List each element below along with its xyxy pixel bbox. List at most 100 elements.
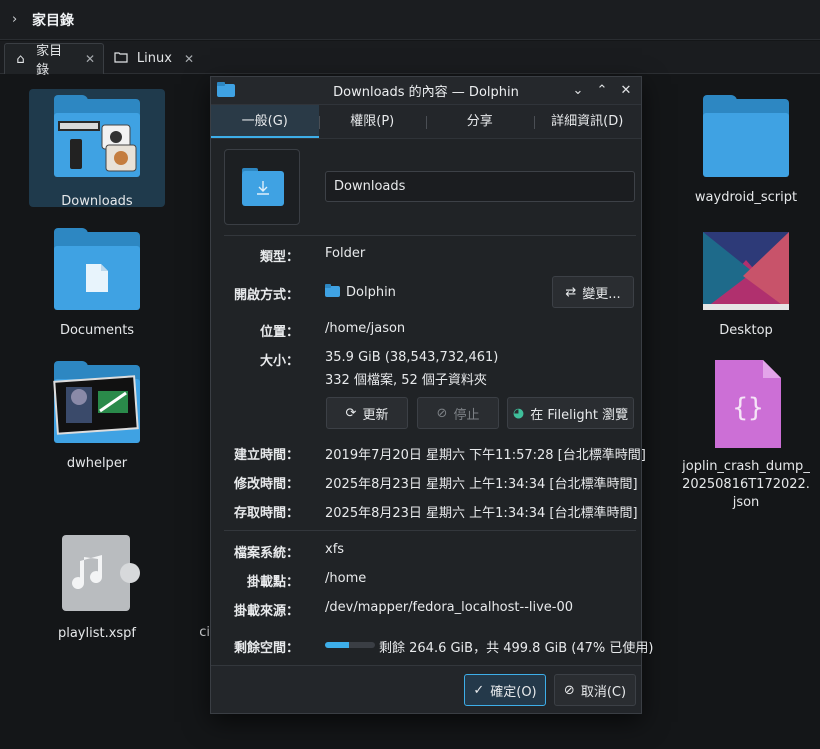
open-with-app: Dolphin	[346, 285, 396, 300]
location-label: 位置：	[259, 325, 299, 340]
created-row: 建立時間： 2019年7月20日 星期六 下午11:57:28 [台北標準時間]	[211, 444, 646, 464]
change-button-label: 變更...	[582, 286, 621, 302]
dolphin-icon	[325, 284, 340, 301]
location-row: 位置： /home/jason	[211, 321, 641, 341]
size-value: 35.9 GiB (38,543,732,461)	[325, 350, 499, 365]
filelight-button[interactable]: ◕ 在 Filelight 瀏覽	[507, 397, 634, 429]
file-item-dwhelper[interactable]: dwhelper	[29, 361, 165, 473]
tab-bar: ⌂ 家目錄 ✕ Linux ✕	[0, 41, 820, 78]
check-icon: ✓	[473, 682, 485, 698]
tab-home[interactable]: ⌂ 家目錄 ✕	[4, 43, 104, 78]
file-name: playlist.xspf	[57, 626, 137, 641]
accessed-row: 存取時間： 2025年8月23日 星期六 上午1:34:34 [台北標準時間]	[211, 502, 641, 522]
home-icon: ⌂	[16, 51, 25, 67]
maximize-icon[interactable]: ⌃	[592, 81, 612, 101]
name-input[interactable]: Downloads	[325, 171, 635, 202]
free-space-row: 剩餘空間： 剩餘 264.6 GiB，共 499.8 GiB (47% 已使用)	[211, 637, 654, 657]
tab-permissions[interactable]: 權限(P)	[318, 105, 427, 138]
dialog-footer: ✓ 確定(O) ⊘ 取消(C)	[211, 665, 641, 713]
cancel-button[interactable]: ⊘ 取消(C)	[554, 674, 636, 706]
change-button[interactable]: ⇄ 變更...	[552, 276, 634, 308]
modified-row: 修改時間： 2025年8月23日 星期六 上午1:34:34 [台北標準時間]	[211, 473, 641, 493]
file-name-line: json	[732, 495, 760, 510]
tab-general[interactable]: 一般(G)	[211, 105, 319, 138]
open-with-value: Dolphin	[325, 284, 396, 301]
folder-icon	[703, 95, 789, 177]
tab-share[interactable]: 分享	[426, 105, 534, 138]
file-item-playlist[interactable]: playlist.xspf	[29, 535, 165, 643]
desktop-icon	[703, 232, 789, 310]
modified-value: 2025年8月23日 星期六 上午1:34:34 [台北標準時間]	[325, 477, 638, 492]
tab-label: Linux	[136, 51, 172, 66]
folder-icon	[54, 95, 140, 177]
file-name: waydroid_script	[694, 190, 798, 205]
mount-point-label: 掛載點：	[246, 575, 299, 590]
cancel-button-label: 取消(C)	[580, 684, 627, 700]
tab-details[interactable]: 詳細資訊(D)	[533, 105, 642, 138]
filesystem-row: 檔案系統： xfs	[211, 542, 641, 562]
file-name-line: joplin_crash_dump_	[682, 459, 810, 474]
breadcrumb: › 家目錄	[0, 0, 820, 40]
folder-icon	[54, 228, 140, 310]
size-counts-row: 332 個檔案, 52 個子資料夾	[211, 369, 641, 389]
file-name: Desktop	[719, 323, 773, 338]
mount-point-row: 掛載點： /home	[211, 571, 641, 591]
file-item-documents[interactable]: Documents	[29, 228, 165, 340]
file-name: Documents	[59, 323, 135, 338]
folder-icon-button[interactable]	[224, 149, 300, 225]
free-space-label: 剩餘空間：	[233, 641, 299, 656]
refresh-icon: ⟳	[345, 405, 357, 421]
refresh-button-label: 更新	[362, 407, 389, 423]
refresh-button[interactable]: ⟳ 更新	[326, 397, 408, 429]
stop-icon: ⊘	[436, 405, 448, 421]
music-file-icon	[54, 535, 140, 611]
file-item-joplin-json[interactable]: {} joplin_crash_dump_ 20250816T172022. j…	[678, 360, 814, 512]
mount-source-value: /dev/mapper/fedora_localhost--live-00	[325, 600, 574, 615]
free-space-value: 剩餘 264.6 GiB，共 499.8 GiB (47% 已使用)	[379, 641, 654, 656]
folder-icon	[114, 51, 129, 67]
accessed-value: 2025年8月23日 星期六 上午1:34:34 [台北標準時間]	[325, 506, 638, 521]
file-name: Downloads	[61, 194, 133, 209]
accessed-label: 存取時間：	[233, 506, 299, 521]
disk-usage-bar	[325, 642, 375, 648]
mount-source-row: 掛載來源： /dev/mapper/fedora_localhost--live…	[211, 600, 641, 620]
type-row: 類型： Folder	[211, 246, 641, 266]
breadcrumb-home[interactable]: 家目錄	[32, 10, 74, 30]
mount-source-label: 掛載來源：	[233, 604, 299, 619]
close-icon[interactable]: ✕	[184, 52, 194, 66]
size-label: 大小：	[259, 354, 299, 369]
close-icon[interactable]: ✕	[616, 81, 636, 101]
file-item-downloads[interactable]: Downloads	[29, 89, 165, 209]
file-item-waydroid-script[interactable]: waydroid_script	[678, 95, 814, 207]
stop-button-label: 停止	[453, 407, 480, 423]
created-value: 2019年7月20日 星期六 下午11:57:28 [台北標準時間]	[325, 448, 646, 463]
chevron-right-icon[interactable]: ›	[12, 12, 24, 27]
ok-button[interactable]: ✓ 確定(O)	[464, 674, 546, 706]
modified-label: 修改時間：	[233, 477, 299, 492]
file-item-ci[interactable]: ci	[158, 624, 210, 642]
created-label: 建立時間：	[233, 448, 299, 463]
json-file-icon: {}	[703, 360, 789, 448]
minimize-icon[interactable]: ⌄	[568, 81, 588, 101]
stop-button[interactable]: ⊘ 停止	[417, 397, 499, 429]
file-item-desktop[interactable]: Desktop	[678, 232, 814, 340]
type-value: Folder	[325, 246, 366, 261]
tab-linux[interactable]: Linux ✕	[106, 43, 202, 74]
location-value: /home/jason	[325, 321, 406, 336]
type-label: 類型：	[259, 250, 299, 265]
settings-icon: ⇄	[565, 284, 577, 300]
filesystem-label: 檔案系統：	[233, 546, 299, 561]
dialog-titlebar[interactable]: Downloads 的內容 — Dolphin ⌄ ⌃ ✕	[211, 77, 641, 105]
tab-label: 家目錄	[36, 44, 63, 78]
open-with-label: 開啟方式：	[233, 288, 299, 303]
close-icon[interactable]: ✕	[85, 52, 95, 66]
svg-text:{}: {}	[732, 393, 763, 423]
ok-button-label: 確定(O)	[490, 684, 537, 700]
properties-dialog: Downloads 的內容 — Dolphin ⌄ ⌃ ✕ 一般(G) 權限(P…	[210, 76, 654, 714]
size-counts: 332 個檔案, 52 個子資料夾	[325, 373, 487, 388]
file-name-line: 20250816T172022.	[682, 477, 810, 492]
cancel-icon: ⊘	[563, 682, 575, 698]
file-name: dwhelper	[66, 456, 128, 471]
filelight-button-label: 在 Filelight 瀏覽	[530, 407, 629, 423]
size-row: 大小： 35.9 GiB (38,543,732,461)	[211, 350, 641, 370]
